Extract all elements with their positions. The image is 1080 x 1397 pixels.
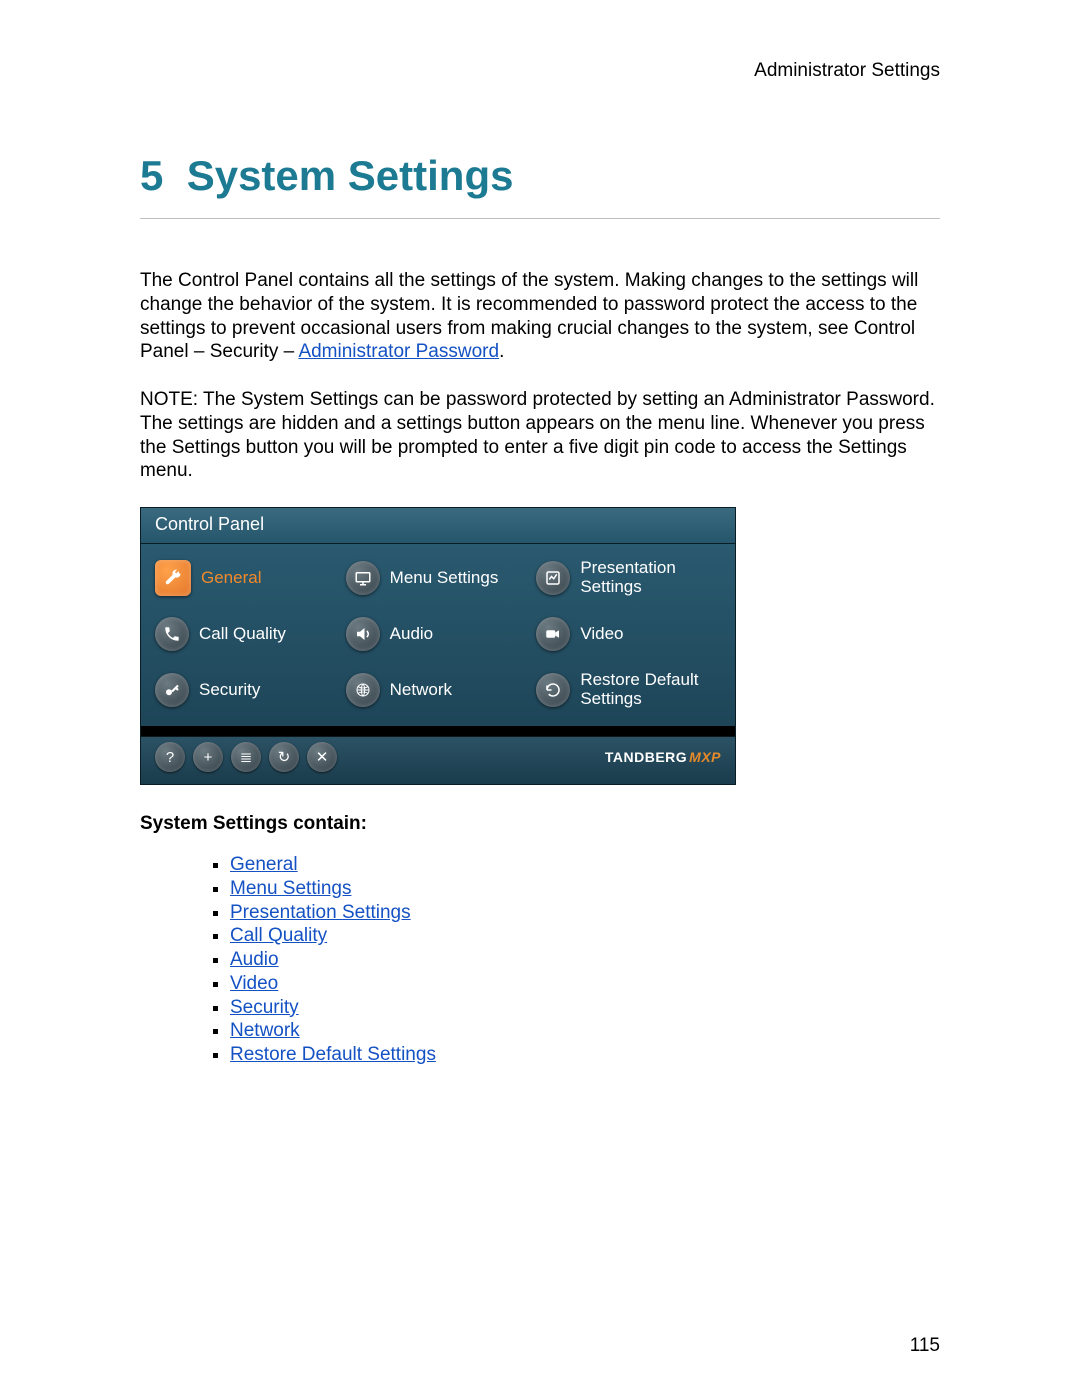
control-panel-bottombar: ? + ≣ ↻ ✕ TANDBERGMXP (141, 726, 735, 784)
control-panel-grid: General Menu Settings PresentationSettin… (155, 550, 721, 718)
intro-paragraph-1: The Control Panel contains all the setti… (140, 269, 940, 364)
link-restore-defaults[interactable]: Restore Default Settings (230, 1044, 436, 1065)
list-item: Restore Default Settings (230, 1043, 940, 1067)
settings-link-list: General Menu Settings Presentation Setti… (140, 853, 940, 1067)
link-general[interactable]: General (230, 854, 298, 875)
close-button[interactable]: ✕ (307, 742, 337, 772)
cp-item-general[interactable]: General (155, 550, 340, 606)
cp-item-audio[interactable]: Audio (346, 606, 531, 662)
list-item: Video (230, 972, 940, 996)
cp-item-restore-defaults[interactable]: Restore DefaultSettings (536, 662, 721, 718)
control-panel-screenshot: Control Panel General Menu Settings (140, 507, 736, 785)
list-button[interactable]: ≣ (231, 742, 261, 772)
intro-paragraph-2: NOTE: The System Settings can be passwor… (140, 388, 940, 483)
link-network[interactable]: Network (230, 1020, 300, 1041)
key-icon (155, 673, 189, 707)
camera-icon (536, 617, 570, 651)
cp-item-label: Security (199, 681, 260, 700)
chapter-title: System Settings (187, 152, 514, 199)
link-call-quality[interactable]: Call Quality (230, 925, 327, 946)
cp-item-label: PresentationSettings (580, 559, 675, 596)
phone-icon (155, 617, 189, 651)
header-right: Administrator Settings (140, 60, 940, 82)
cp-item-label: Audio (390, 625, 433, 644)
close-icon: ✕ (316, 748, 329, 766)
cp-item-network[interactable]: Network (346, 662, 531, 718)
heading-rule (140, 218, 940, 219)
brand-label: TANDBERGMXP (605, 749, 721, 765)
brand-name: TANDBERG (605, 749, 687, 765)
plus-icon: + (204, 749, 213, 766)
list-icon: ≣ (240, 748, 253, 766)
list-item: General (230, 853, 940, 877)
cp-item-security[interactable]: Security (155, 662, 340, 718)
control-panel-actions: ? + ≣ ↻ ✕ (155, 742, 337, 772)
web-icon (346, 673, 380, 707)
link-security[interactable]: Security (230, 997, 299, 1018)
monitor-icon (346, 561, 380, 595)
list-item: Presentation Settings (230, 901, 940, 925)
list-heading: System Settings contain: (140, 813, 940, 835)
cp-item-label: Network (390, 681, 452, 700)
cp-item-presentation-settings[interactable]: PresentationSettings (536, 550, 721, 606)
speaker-icon (346, 617, 380, 651)
cp-item-label: Menu Settings (390, 569, 499, 588)
admin-password-link[interactable]: Administrator Password (298, 341, 499, 362)
list-item: Network (230, 1019, 940, 1043)
intro-text-pre: The Control Panel contains all the setti… (140, 270, 918, 362)
intro-text-post: . (499, 341, 504, 362)
refresh-button[interactable]: ↻ (269, 742, 299, 772)
restore-icon (536, 673, 570, 707)
cp-item-menu-settings[interactable]: Menu Settings (346, 550, 531, 606)
brand-suffix: MXP (689, 749, 721, 765)
link-video[interactable]: Video (230, 973, 278, 994)
cp-item-label: Restore DefaultSettings (580, 671, 698, 708)
add-button[interactable]: + (193, 742, 223, 772)
page: Administrator Settings 5 System Settings… (0, 0, 1080, 1397)
list-item: Menu Settings (230, 877, 940, 901)
link-presentation-settings[interactable]: Presentation Settings (230, 902, 411, 923)
chart-icon (536, 561, 570, 595)
cp-item-label: Video (580, 625, 623, 644)
page-number: 115 (910, 1335, 940, 1357)
wrench-icon (155, 560, 191, 596)
control-panel-body: General Menu Settings PresentationSettin… (141, 544, 735, 726)
control-panel-title: Control Panel (141, 508, 735, 544)
cp-item-call-quality[interactable]: Call Quality (155, 606, 340, 662)
link-audio[interactable]: Audio (230, 949, 279, 970)
question-icon: ? (166, 749, 174, 766)
link-menu-settings[interactable]: Menu Settings (230, 878, 351, 899)
list-item: Security (230, 996, 940, 1020)
cp-item-video[interactable]: Video (536, 606, 721, 662)
cp-item-label: Call Quality (199, 625, 286, 644)
help-button[interactable]: ? (155, 742, 185, 772)
list-item: Audio (230, 948, 940, 972)
cp-item-label: General (201, 569, 261, 588)
chapter-heading: 5 System Settings (140, 152, 940, 200)
list-item: Call Quality (230, 924, 940, 948)
refresh-icon: ↻ (278, 748, 291, 766)
chapter-number: 5 (140, 152, 163, 199)
